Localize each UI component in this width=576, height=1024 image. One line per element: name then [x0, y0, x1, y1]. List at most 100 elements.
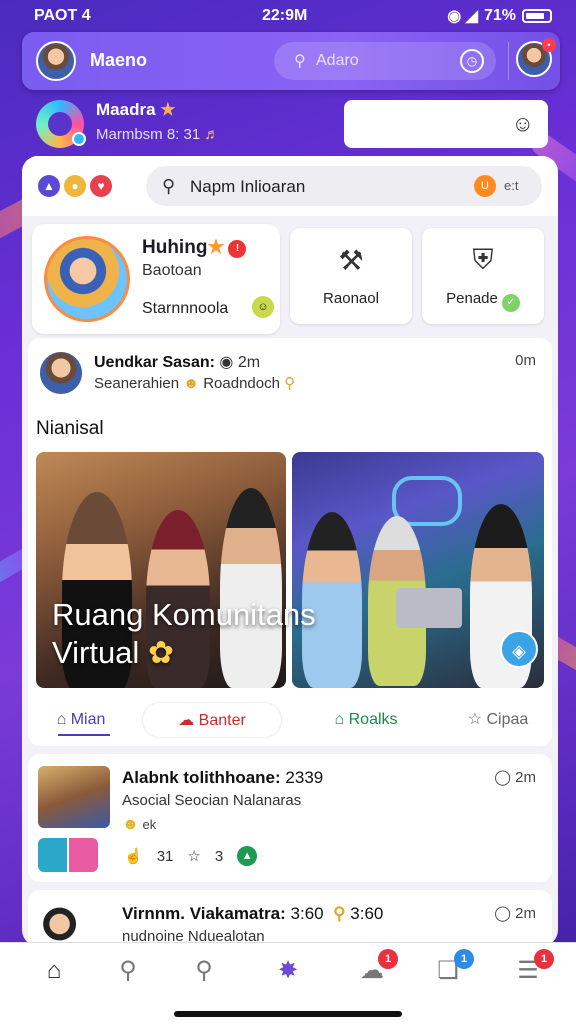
feed-item-title: Virnnm. Viakamatra: 3:60 ⚲ 3:60 — [122, 904, 384, 923]
chat-bubble-icon[interactable]: ☺ — [512, 111, 534, 137]
explore-icon[interactable]: ⚲ — [184, 951, 224, 991]
feed-item-time: ◯ 2m — [494, 905, 536, 922]
shield-icon: ⛨ — [472, 244, 494, 275]
upload-icon[interactable]: ▲ — [237, 846, 258, 866]
app-header: Maeno ⚲ Adaro ◷ • — [22, 32, 560, 90]
comment-action-button[interactable]: ☁ Banter — [142, 702, 282, 738]
bottom-nav: ⌂ ⚲ ⚲ ✸ ☁ 1 ❏ 1 ☰ 1 — [0, 942, 576, 1024]
share-action-button[interactable]: ⌂ Roalks — [300, 702, 432, 738]
quick-action-label: Raonaol — [323, 290, 379, 307]
profile-card[interactable]: Huhing★! Baotoan Starnnnoola ☺ — [32, 224, 280, 334]
header-search[interactable]: ⚲ Adaro ◷ — [274, 42, 496, 80]
divider — [508, 42, 509, 80]
feed-item-mini-thumbnail[interactable] — [38, 838, 98, 872]
home-action-button[interactable]: ⌂ Mian — [38, 702, 124, 738]
clock-icon: ◯ — [494, 769, 511, 786]
emoji-icon: ☺ — [252, 296, 274, 318]
heart-reaction-icon[interactable]: ♥ — [90, 175, 112, 197]
feed-item-thumbnail[interactable] — [38, 900, 110, 946]
app-logo[interactable] — [36, 100, 86, 148]
star-icon: ★ — [160, 100, 176, 119]
tools-icon: ⚒ — [338, 245, 364, 276]
emoji-icon: ☻ — [183, 375, 200, 392]
notification-dot: • — [542, 38, 556, 52]
feed-item-subtitle: Asocial Seocian Nalanaras — [122, 792, 302, 809]
cube-share-button[interactable]: ◈ — [500, 630, 538, 668]
verified-badge: ! — [228, 240, 247, 258]
bookmark-icon[interactable]: ❏ 1 — [428, 949, 474, 991]
post-caption: Nianisal — [36, 418, 104, 439]
like-reaction-icon[interactable]: ▲ — [38, 175, 60, 197]
profile-subtitle: Baotoan — [142, 262, 202, 279]
clock: 22:9M — [262, 7, 308, 24]
feed-item-extra: ☻ ek — [122, 816, 157, 833]
wifi-icon: ◉ ◢ — [447, 8, 478, 25]
profile-name: Huhing★! — [142, 236, 247, 259]
star-action-button[interactable]: ☆ Cipaa — [448, 702, 548, 738]
thumbs-up-icon[interactable]: ☝ — [124, 847, 143, 865]
coin-count: e:t — [504, 178, 519, 193]
battery-icon — [522, 9, 552, 23]
star-outline-icon: ☆ — [467, 711, 483, 728]
community-subtitle: Marmbsm 8: 31 ♬ — [96, 126, 220, 143]
camera-icon: ◉ — [219, 354, 234, 371]
quick-action-penade[interactable]: ⛨ Penade ✓ — [422, 228, 544, 324]
online-dot — [72, 132, 86, 146]
house-icon: ⌂ — [56, 711, 67, 728]
bell-icon: ♬ — [204, 126, 220, 143]
feed-item-title: Alabnk tolithhoane: 2339 — [122, 768, 324, 787]
coin-icon[interactable]: U — [474, 175, 496, 197]
feed-item-thumbnail[interactable] — [38, 766, 110, 828]
feed-top-bar: ▲ ● ♥ ⚲ Napm Inlioaran U e:t — [22, 156, 558, 216]
history-icon[interactable]: ◷ — [460, 49, 484, 73]
message-box[interactable]: ☺ — [344, 100, 548, 148]
quick-action-label: Penade — [446, 290, 498, 307]
menu-badge: 1 — [534, 949, 554, 969]
community-name: Maadra ★ — [96, 100, 176, 119]
menu-icon[interactable]: ☰ 1 — [508, 949, 554, 991]
user-avatar[interactable] — [36, 41, 76, 81]
house-share-icon: ⌂ — [334, 711, 345, 728]
home-icon[interactable]: ⌂ — [34, 951, 74, 991]
profile-footer: Starnnnoola — [142, 300, 229, 317]
sparkle-icon: ✿ — [147, 635, 174, 670]
search-icon[interactable]: ⚲ — [108, 951, 148, 991]
post-photo-title: Ruang Komunitans Virtual ✿ — [52, 597, 316, 670]
post-time: 0m — [515, 352, 536, 369]
feed-search-input[interactable]: ⚲ Napm Inlioaran U e:t — [146, 166, 542, 206]
create-icon[interactable]: ✸ — [268, 951, 308, 991]
battery-label: 71% — [483, 7, 516, 24]
star-count: 3 — [214, 847, 224, 865]
post-author: Uendkar Sasan: ◉ 2m — [94, 354, 261, 371]
wow-reaction-icon[interactable]: ● — [64, 175, 86, 197]
speech-bubble-icon: ☁ — [178, 712, 195, 729]
person-search-icon: ⚲ — [294, 53, 306, 70]
post-card: Uendkar Sasan: ◉ 2m Seanerahien ☻ Roadnd… — [28, 338, 552, 746]
pin-icon: ⚲ — [284, 375, 296, 392]
emoji-icon: ☻ — [122, 816, 139, 833]
pin-icon: ⚲ — [333, 904, 346, 923]
feed-item-actions: ☝ 31 ☆ 3 ▲ — [124, 846, 258, 866]
quick-action-raonaol[interactable]: ⚒ Raonaol — [290, 228, 412, 324]
main-feed-card: ▲ ● ♥ ⚲ Napm Inlioaran U e:t Huhing★! Ba… — [22, 156, 558, 946]
profile-picture[interactable] — [44, 236, 130, 322]
search-icon: ⚲ — [162, 176, 176, 196]
reaction-icons: ▲ ● ♥ — [38, 175, 112, 197]
like-count: 31 — [156, 847, 174, 865]
carrier-label: PAOT 4 — [34, 7, 91, 24]
home-indicator — [174, 1011, 402, 1017]
post-actions: ⌂ Mian ☁ Banter ⌂ Roalks ☆ Cipaa — [28, 698, 552, 742]
feed-item[interactable]: Virnnm. Viakamatra: 3:60 ⚲ 3:60 nudnoine… — [28, 890, 552, 946]
feed-item[interactable]: Alabnk tolithhoane: 2339 Asocial Seocian… — [28, 754, 552, 882]
star-outline-icon[interactable]: ☆ — [187, 847, 200, 865]
header-search-placeholder: Adaro — [316, 52, 359, 69]
post-subtitle: Seanerahien ☻ Roadndoch ⚲ — [94, 375, 296, 392]
feed-search-placeholder: Napm Inlioaran — [190, 177, 306, 196]
bookmark-badge: 1 — [454, 949, 474, 969]
status-bar: PAOT 4 22:9M ◉ ◢ 71% — [0, 0, 576, 32]
chat-icon[interactable]: ☁ 1 — [352, 949, 398, 991]
user-name: Maeno — [90, 50, 148, 70]
clock-icon: ◯ — [494, 905, 511, 922]
feed-item-time: ◯ 2m — [494, 769, 536, 786]
post-author-avatar[interactable] — [38, 350, 84, 396]
